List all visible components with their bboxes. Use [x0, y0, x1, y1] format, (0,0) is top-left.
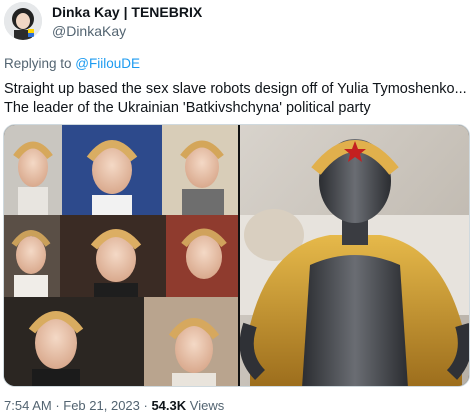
views-label: Views: [186, 398, 225, 413]
robot-figure-image[interactable]: [240, 125, 469, 386]
tweet-card: Dinka Kay | TENEBRIX @DinkaKay Replying …: [0, 0, 474, 416]
tweet-media[interactable]: [3, 124, 470, 387]
tweet-time[interactable]: 7:54 AM: [4, 398, 52, 413]
user-handle[interactable]: @DinkaKay: [52, 23, 126, 39]
replying-to: Replying to @FiilouDE: [4, 56, 140, 71]
replying-prefix: Replying to: [4, 56, 76, 71]
meta-separator: ·: [51, 398, 64, 413]
tweet-date[interactable]: Feb 21, 2023: [63, 398, 140, 413]
tweet-text: Straight up based the sex slave robots d…: [4, 80, 470, 118]
reply-mention-link[interactable]: @FiilouDE: [75, 56, 140, 71]
tweet-text-line-2: The leader of the Ukrainian 'Batkivshchy…: [4, 100, 371, 116]
display-name[interactable]: Dinka Kay | TENEBRIX: [52, 4, 202, 20]
avatar-image: [4, 2, 42, 40]
tweet-meta: 7:54 AM · Feb 21, 2023 · 54.3K Views: [4, 398, 224, 413]
views-count: 54.3K: [151, 398, 187, 413]
avatar[interactable]: [4, 2, 42, 40]
tweet-text-line-1: Straight up based the sex slave robots d…: [4, 81, 467, 97]
photo-collage-image[interactable]: [4, 125, 238, 386]
meta-separator: ·: [139, 398, 152, 413]
